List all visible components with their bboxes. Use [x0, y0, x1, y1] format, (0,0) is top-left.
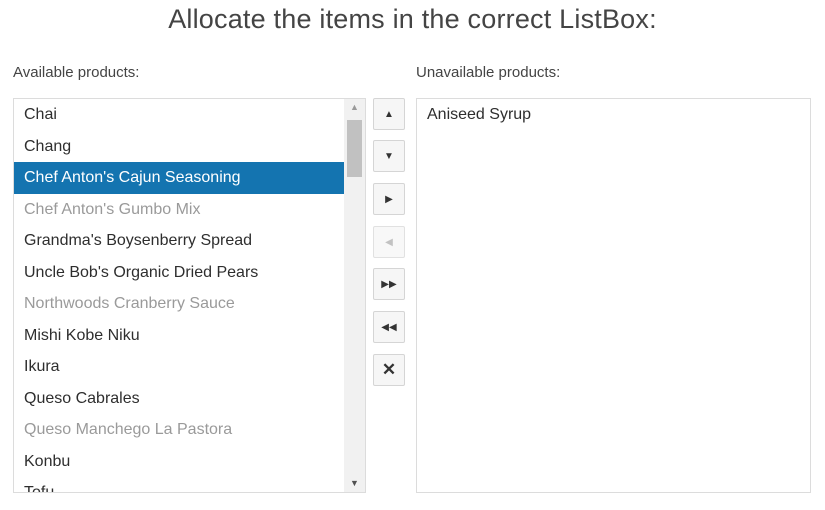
double-left-icon: ◀◀ — [381, 321, 397, 333]
list-item: Chef Anton's Gumbo Mix — [24, 200, 201, 218]
list-item[interactable]: Chef Anton's Cajun Seasoning — [14, 162, 344, 194]
list-item[interactable]: Chai — [14, 99, 344, 131]
list-item[interactable]: Uncle Bob's Organic Dried Pears — [14, 257, 344, 289]
available-products-listbox[interactable]: Chai Chang Chef Anton's Cajun Seasoning Che… — [13, 98, 366, 493]
unavailable-products-listbox[interactable]: Aniseed Syrup — [416, 98, 811, 493]
list-item[interactable]: Chang — [14, 131, 344, 163]
scroll-up-icon[interactable]: ▲ — [344, 99, 365, 116]
close-icon: ✕ — [381, 360, 397, 379]
move-up-button[interactable]: ▲ — [373, 98, 405, 130]
list-item[interactable]: Queso Cabrales — [14, 383, 344, 415]
page-title: Allocate the items in the correct ListBo… — [168, 4, 657, 34]
transfer-from-button[interactable]: ◀ — [373, 226, 405, 258]
list-item[interactable]: Grandma's Boysenberry Spread — [14, 225, 344, 257]
available-products-label: Available products: — [13, 64, 140, 81]
transfer-all-to-button[interactable]: ▶▶ — [373, 268, 405, 300]
list-item: Northwoods Cranberry Sauce — [24, 295, 235, 312]
transfer-all-from-button[interactable]: ◀◀ — [373, 311, 405, 343]
unavailable-products-label: Unavailable products: — [416, 64, 561, 81]
triangle-down-icon: ▼ — [384, 150, 394, 162]
unavailable-products-list: Aniseed Syrup — [417, 99, 810, 131]
triangle-up-icon: ▲ — [384, 108, 394, 120]
list-item[interactable]: Aniseed Syrup — [417, 99, 810, 131]
available-products-list: Chai Chang Chef Anton's Cajun Seasoning Che… — [14, 99, 344, 492]
move-down-button[interactable]: ▼ — [373, 140, 405, 172]
list-item[interactable]: Konbu — [14, 446, 344, 478]
list-item[interactable]: Tofu — [14, 477, 344, 492]
scroll-down-icon[interactable]: ▼ — [344, 475, 365, 492]
triangle-left-icon: ◀ — [385, 236, 393, 248]
remove-button[interactable]: ✕ — [373, 354, 405, 386]
scrollbar-thumb[interactable] — [347, 120, 362, 177]
list-item: Queso Manchego La Pastora — [24, 421, 233, 438]
double-right-icon: ▶▶ — [381, 278, 397, 290]
triangle-right-icon: ▶ — [385, 193, 393, 205]
transfer-to-button[interactable]: ▶ — [373, 183, 405, 215]
vertical-scrollbar[interactable]: ▲ ▼ — [344, 99, 365, 492]
list-item[interactable]: Mishi Kobe Niku — [14, 320, 344, 352]
list-item[interactable]: Ikura — [14, 351, 344, 383]
